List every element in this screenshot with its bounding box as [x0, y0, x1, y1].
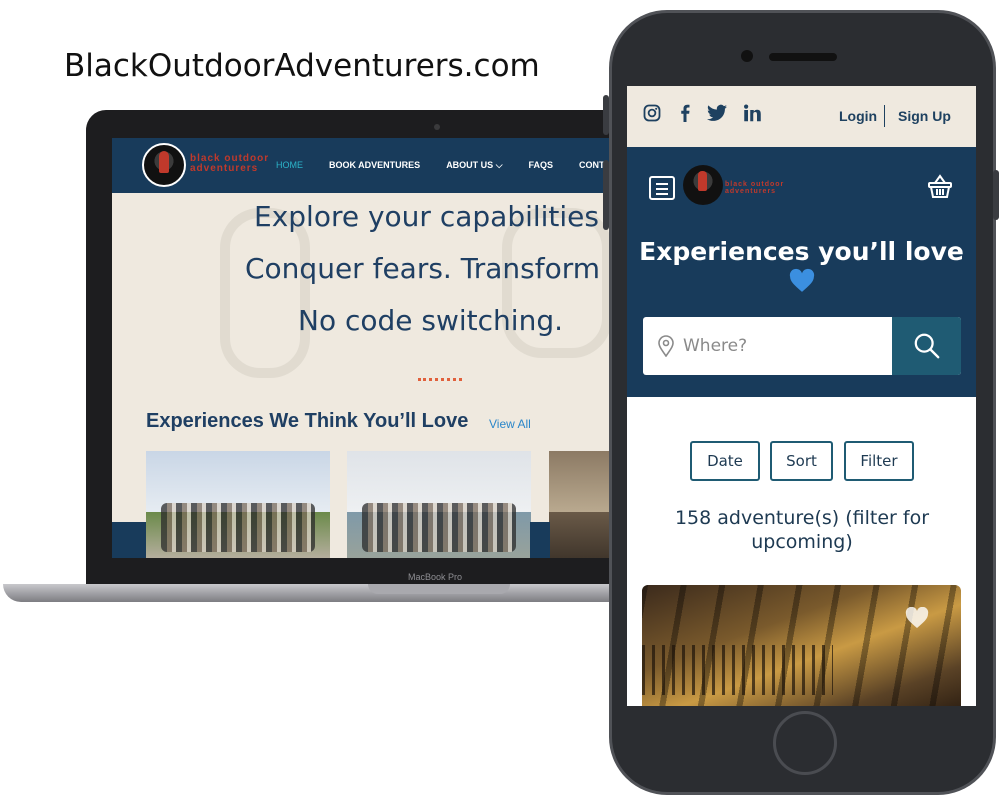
site-caption: BlackOutdoorAdventurers.com [64, 48, 540, 84]
phone-hero-title: Experiences you’ll love [639, 237, 964, 266]
hamburger-menu-icon[interactable] [649, 176, 675, 200]
background-decoration [220, 208, 310, 378]
card-image-railing [642, 645, 834, 695]
hiker-figure-icon [698, 171, 707, 191]
nav-home[interactable]: HOME [276, 160, 303, 171]
laptop-notch [368, 584, 510, 594]
experience-card-group-beach[interactable] [347, 451, 531, 558]
adventure-count: 158 adventure(s) (filter for upcoming) [674, 507, 930, 553]
search-bar [643, 317, 961, 375]
experiences-heading: Experiences We Think You’ll Love [146, 410, 469, 432]
blue-heart-icon [789, 268, 815, 292]
nav-book-adventures[interactable]: BOOK ADVENTURES [329, 160, 420, 171]
signup-link[interactable]: Sign Up [898, 108, 951, 124]
laptop-model-label: MacBook Pro [408, 572, 463, 582]
twitter-icon[interactable] [707, 104, 727, 122]
experience-card-partial[interactable] [549, 451, 610, 558]
date-button[interactable]: Date [690, 441, 760, 481]
location-search-input[interactable] [683, 317, 883, 375]
card-accent [530, 522, 550, 558]
phone-top-bar: Login Sign Up [627, 86, 976, 147]
sort-button[interactable]: Sort [770, 441, 833, 481]
phone-volume-button [603, 160, 609, 230]
location-pin-icon [658, 335, 674, 357]
laptop-screen: black outdoor adventurers HOME BOOK ADVE… [112, 138, 610, 558]
search-button[interactable] [892, 317, 961, 375]
laptop-main-menu: HOME BOOK ADVENTURES ABOUT US ⌵ FAQS CON… [276, 160, 610, 171]
phone-mute-switch [603, 95, 609, 135]
nav-about-us[interactable]: ABOUT US ⌵ [446, 160, 502, 171]
brand-wordmark[interactable]: black outdoor adventurers [190, 154, 269, 174]
laptop-camera [434, 124, 440, 130]
filter-button[interactable]: Filter [844, 441, 914, 481]
hero-line-2: Conquer fears. Transform [245, 252, 601, 285]
login-link[interactable]: Login [839, 108, 877, 124]
hero-line-3: No code switching. [298, 304, 563, 337]
hiker-figure-icon [159, 151, 169, 173]
basket-icon[interactable] [927, 173, 953, 199]
phone-speaker [769, 53, 837, 61]
phone-power-button [993, 170, 999, 220]
auth-divider [884, 105, 885, 127]
phone-screen: Login Sign Up black outdoor adventurers … [627, 86, 976, 706]
facebook-icon[interactable] [679, 104, 691, 122]
search-icon [914, 333, 939, 359]
nav-faqs[interactable]: FAQS [529, 160, 554, 171]
instagram-icon[interactable] [643, 104, 661, 122]
view-all-link[interactable]: View All [489, 417, 531, 431]
brand-line-2: adventurers [190, 163, 259, 174]
section-divider-dots [418, 378, 462, 381]
laptop-base [3, 584, 630, 602]
phone-hero: black outdoor adventurers Experiences yo… [627, 147, 976, 397]
favorite-heart-icon[interactable] [905, 607, 929, 629]
linkedin-icon[interactable] [743, 104, 762, 122]
brand-logo[interactable] [142, 143, 186, 187]
laptop-nav-bar: black outdoor adventurers HOME BOOK ADVE… [112, 138, 610, 193]
card-accent [112, 522, 146, 558]
brand-logo[interactable] [683, 165, 723, 205]
hero-line-1: Explore your capabilities [254, 200, 599, 233]
brand-line-1: black outdoor [725, 181, 785, 188]
brand-wordmark[interactable]: black outdoor adventurers [725, 181, 784, 195]
experience-card-horseback[interactable] [146, 451, 330, 558]
adventure-card-venue[interactable] [642, 585, 961, 706]
phone-front-camera [741, 50, 753, 62]
brand-line-2: adventurers [725, 188, 777, 195]
phone-home-button[interactable] [773, 711, 837, 775]
